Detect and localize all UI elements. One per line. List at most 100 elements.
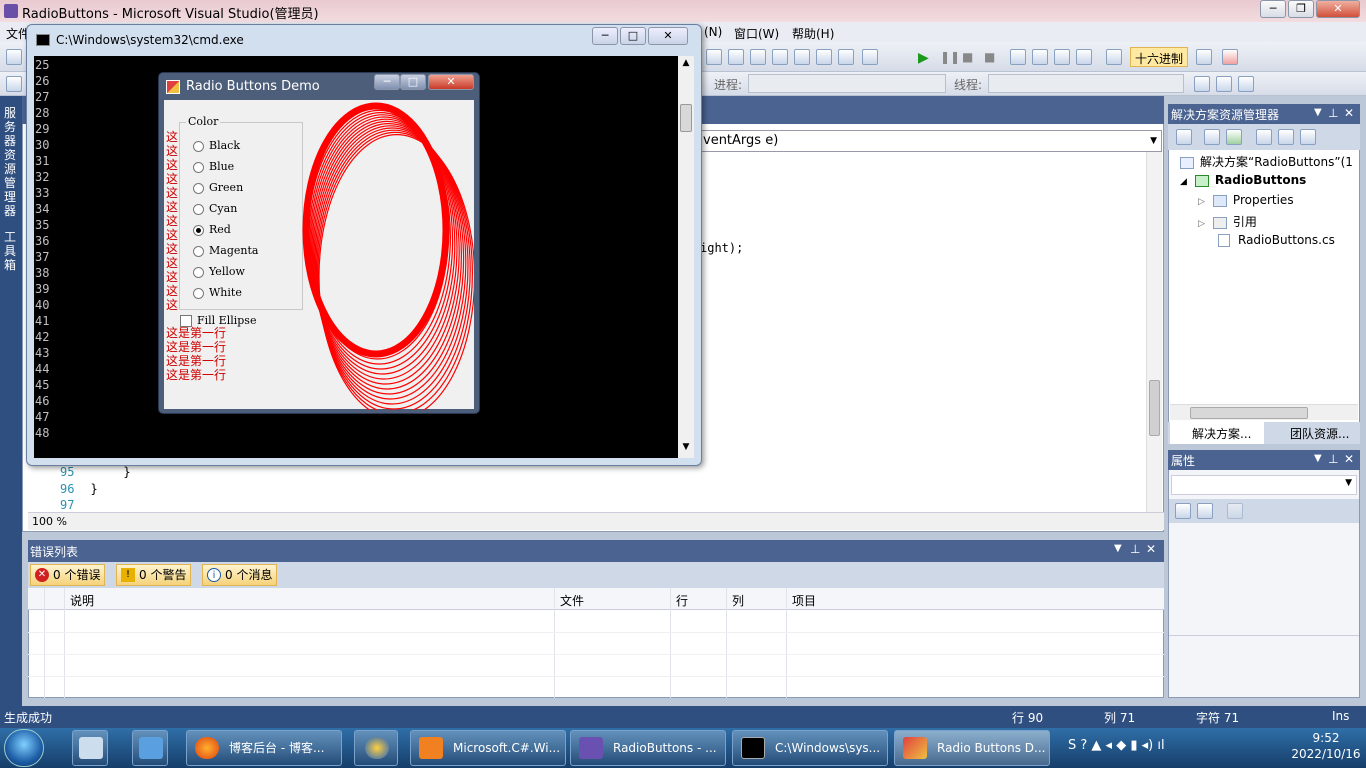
pause-icon[interactable]: ❚❚ xyxy=(940,50,960,64)
taskbar-pinned-app[interactable] xyxy=(354,730,398,766)
properties-node[interactable]: ▷ Properties xyxy=(1198,193,1294,207)
taskbar-cmd[interactable]: C:\Windows\sys... xyxy=(732,730,888,766)
toolbar-icon[interactable] xyxy=(6,49,22,65)
cmd-minimize-button[interactable]: ─ xyxy=(592,27,618,45)
minimize-button[interactable]: ─ xyxy=(1260,0,1286,18)
process-combo[interactable] xyxy=(748,74,946,93)
scroll-thumb[interactable] xyxy=(1149,380,1160,436)
chevron-down-icon[interactable]: ▼ xyxy=(1114,543,1122,554)
toolbar-icon[interactable] xyxy=(794,49,810,65)
taskbar-firefox[interactable]: 博客后台 - 博客... xyxy=(186,730,342,766)
toolbox-tab[interactable]: 工具箱 xyxy=(4,230,18,272)
col-description[interactable]: 说明 xyxy=(70,592,94,609)
cmd-maximize-button[interactable]: □ xyxy=(620,27,646,45)
pin-icon[interactable]: ⊥ xyxy=(1328,452,1338,466)
radio-circle[interactable] xyxy=(193,141,204,152)
close-icon[interactable]: ✕ xyxy=(1146,542,1156,556)
radio-circle[interactable] xyxy=(193,288,204,299)
toolbar-icon[interactable] xyxy=(1204,129,1220,145)
thread-combo[interactable] xyxy=(988,74,1184,93)
toolbar-icon[interactable] xyxy=(1194,76,1210,92)
scroll-thumb[interactable] xyxy=(680,104,692,132)
cmd-scrollbar[interactable]: ▲ ▼ xyxy=(678,56,694,458)
categorized-icon[interactable] xyxy=(1175,503,1191,519)
fill-ellipse-checkbox[interactable]: Fill Ellipse xyxy=(180,314,300,330)
member-combo[interactable]: ventArgs e) ▼ xyxy=(700,130,1162,152)
refresh-icon[interactable] xyxy=(1226,129,1242,145)
warnings-filter-button[interactable]: ! 0 个警告 xyxy=(116,564,192,586)
radio-circle[interactable] xyxy=(193,246,204,257)
collapse-arrow-icon[interactable]: ▷ xyxy=(1198,219,1205,229)
menu-partial[interactable]: (N) xyxy=(704,25,722,39)
cs-file-node[interactable]: RadioButtons.cs xyxy=(1218,233,1335,247)
scroll-up-icon[interactable]: ▲ xyxy=(678,58,694,68)
solution-root-node[interactable]: 解决方案“RadioButtons”(1 xyxy=(1180,153,1353,170)
start-button[interactable] xyxy=(4,729,44,767)
chevron-down-icon[interactable]: ▼ xyxy=(1314,107,1322,118)
radio-yellow[interactable]: Yellow xyxy=(193,265,293,281)
chevron-down-icon[interactable]: ▼ xyxy=(1314,453,1322,464)
toolbar-icon[interactable] xyxy=(1196,49,1212,65)
demo-close-button[interactable]: ✕ xyxy=(428,74,474,90)
col-file[interactable]: 文件 xyxy=(560,592,584,609)
radio-circle[interactable] xyxy=(193,204,204,215)
demo-maximize-button[interactable]: □ xyxy=(400,74,426,90)
tray-icons[interactable]: S ? ▲ ◂ ◆ ▮ ◂) ıl xyxy=(1068,738,1165,753)
menu-help[interactable]: 帮助(H) xyxy=(792,25,834,42)
toolbar-icon[interactable] xyxy=(1032,49,1048,65)
errors-filter-button[interactable]: ✕ 0 个错误 xyxy=(30,564,106,586)
clock[interactable]: 9:52 2022/10/16 xyxy=(1290,730,1362,762)
taskbar-visual-studio[interactable]: RadioButtons - ... xyxy=(570,730,726,766)
close-button[interactable]: ✕ xyxy=(1316,0,1360,18)
radio-green[interactable]: Green xyxy=(193,181,293,197)
radio-white[interactable]: White xyxy=(193,286,293,302)
radio-black[interactable]: Black xyxy=(193,139,293,155)
toolbar-icon[interactable] xyxy=(1256,129,1272,145)
radio-circle-selected[interactable] xyxy=(193,225,204,236)
toolbar-icon[interactable] xyxy=(1216,76,1232,92)
messages-filter-button[interactable]: i 0 个消息 xyxy=(202,564,278,586)
toolbar-icon[interactable] xyxy=(1300,129,1316,145)
col-column[interactable]: 列 xyxy=(732,592,744,609)
zoom-level[interactable]: 100 % xyxy=(32,515,67,528)
radio-blue[interactable]: Blue xyxy=(193,160,293,176)
tab-team-explorer[interactable]: 团队资源... xyxy=(1268,422,1360,444)
pin-icon[interactable]: ⊥ xyxy=(1130,542,1140,556)
start-debug-icon[interactable]: ▶ xyxy=(918,50,929,66)
scroll-thumb[interactable] xyxy=(1190,407,1308,419)
toolbar-icon[interactable] xyxy=(1106,49,1122,65)
taskbar-radio-demo[interactable]: Radio Buttons D... xyxy=(894,730,1050,766)
checkbox-box[interactable] xyxy=(180,315,192,327)
scroll-down-icon[interactable]: ▼ xyxy=(678,442,694,452)
properties-object-combo[interactable]: ▼ xyxy=(1171,475,1357,495)
close-icon[interactable]: ✕ xyxy=(1344,452,1354,466)
toolbar-icon[interactable] xyxy=(706,49,722,65)
menu-window[interactable]: 窗口(W) xyxy=(734,25,779,42)
references-node[interactable]: ▷ 引用 xyxy=(1198,213,1257,230)
demo-minimize-button[interactable]: ─ xyxy=(374,74,400,90)
col-project[interactable]: 项目 xyxy=(792,592,816,609)
toolbar-icon[interactable] xyxy=(6,76,22,92)
server-explorer-tab[interactable]: 服务器资源管理器 xyxy=(4,106,18,218)
pin-icon[interactable]: ⊥ xyxy=(1328,106,1338,120)
radio-circle[interactable] xyxy=(193,267,204,278)
toolbar-icon[interactable] xyxy=(772,49,788,65)
tab-solution-explorer[interactable]: 解决方案... xyxy=(1170,422,1264,444)
radio-red[interactable]: Red xyxy=(193,223,293,239)
close-icon[interactable]: ✕ xyxy=(1344,106,1354,120)
taskbar-pinned-explorer[interactable] xyxy=(72,730,108,766)
project-node[interactable]: ◢ RadioButtons xyxy=(1180,173,1306,187)
expand-arrow-icon[interactable]: ◢ xyxy=(1180,177,1187,187)
toolbar-icon[interactable] xyxy=(1238,76,1254,92)
col-line[interactable]: 行 xyxy=(676,592,688,609)
collapse-arrow-icon[interactable]: ▷ xyxy=(1198,197,1205,207)
editor-vertical-scrollbar[interactable] xyxy=(1146,152,1162,512)
stop-icon[interactable]: ■ xyxy=(962,50,973,64)
toolbar-icon[interactable] xyxy=(750,49,766,65)
toolbar-icon[interactable] xyxy=(1076,49,1092,65)
radio-circle[interactable] xyxy=(193,162,204,173)
toolbar-icon[interactable] xyxy=(816,49,832,65)
alphabetical-icon[interactable] xyxy=(1197,503,1213,519)
toolbar-icon[interactable] xyxy=(1054,49,1070,65)
toolbar-icon[interactable] xyxy=(1176,129,1192,145)
